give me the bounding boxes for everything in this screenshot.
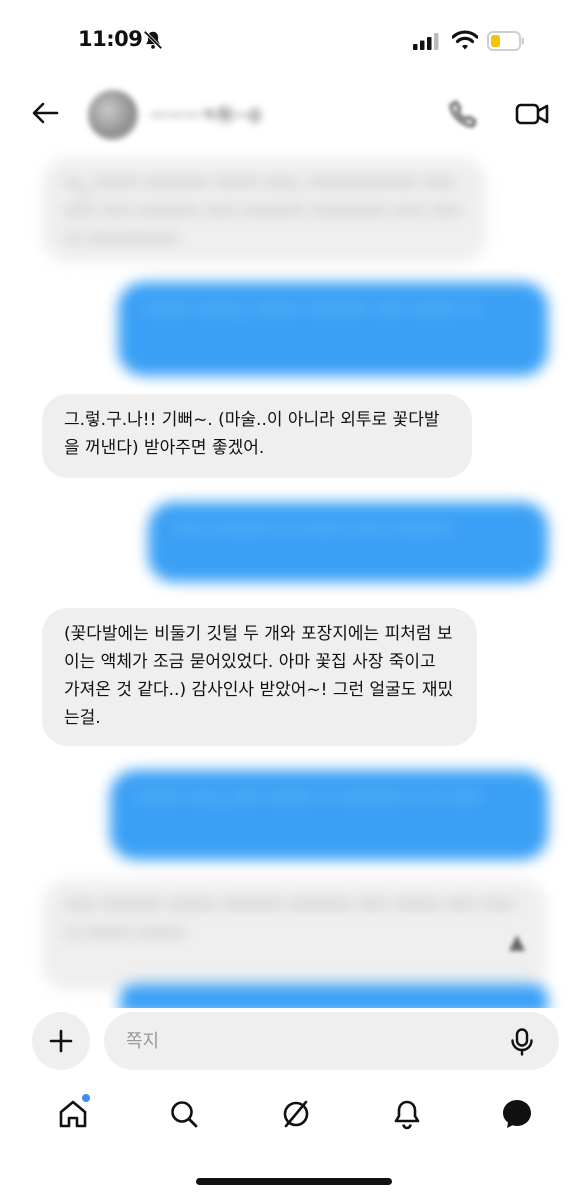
reaction-icon [509, 935, 525, 951]
signal-icon [413, 33, 439, 50]
microphone-icon[interactable] [510, 1028, 534, 1056]
message-input[interactable] [104, 1012, 559, 1070]
messages-icon [503, 1100, 531, 1128]
back-arrow-icon[interactable] [30, 98, 60, 128]
notification-dot [82, 1094, 90, 1102]
message-composer [0, 1008, 583, 1078]
nav-activity[interactable] [387, 1094, 427, 1134]
message-outgoing[interactable]: ㅡㅡㅡ ㅡㅡ, ㅡㅡ ㅡㅡㅡ ㅡ ㅡㅡㅡㅡ ㅡ ㅡ ㅡㅡ [110, 770, 548, 860]
battery-icon [487, 31, 524, 51]
message-incoming[interactable]: ㅡㅡ ㅡㅡㅡㅡ ㅡㅡㅡ ㅡㅡㅡㅡ ㅡㅡㅡㅡ ㅡㅡ ㅡㅡㅡ ㅡㅡ ㅡㅡㅡ ㅡㅡㅡ … [42, 880, 547, 990]
add-attachment-button[interactable] [32, 1012, 90, 1070]
message-text: 그.렇.구.나!! 기뻐~. (마술..이 아니라 외투로 꽃다발을 꺼낸다) … [64, 410, 440, 458]
home-indicator [196, 1178, 392, 1185]
message-text: ㅡㅡㅡ ㅡㅡ, ㅡㅡ ㅡㅡㅡ ㅡ ㅡㅡㅡㅡ ㅡ ㅡ ㅡㅡ [136, 788, 482, 808]
bottom-navigation [0, 1082, 583, 1152]
nav-explore[interactable] [276, 1094, 316, 1134]
status-time: 11:09 [78, 27, 143, 51]
plus-icon [49, 1029, 73, 1053]
message-outgoing[interactable]: ㅡㅡㅡ ㅡㅡㅡ. ㅡㅡㅡ ㅡㅡㅡㅡ ㅡㅡ ㅡㅡㅡ ㅡ [118, 282, 548, 376]
explore-icon [283, 1100, 309, 1128]
nav-messages[interactable] [497, 1094, 537, 1134]
video-call-icon[interactable] [515, 100, 549, 128]
message-incoming[interactable]: (꽃다발에는 비둘기 깃털 두 개와 포장지에는 피처럼 보이는 액체가 조금 … [42, 608, 477, 746]
home-icon [59, 1100, 87, 1128]
message-text: ㅡㅡ ㅡㅡㅡㅡ ㅡ ㅡㅡㅡ ㅡㅡ ㅡㅡㅡㅡ [174, 520, 452, 540]
nav-search[interactable] [164, 1094, 204, 1134]
message-text: ㅡㅡㅡ ㅡㅡㅡ. ㅡㅡㅡ ㅡㅡㅡㅡ ㅡㅡ ㅡㅡㅡ ㅡ [144, 300, 479, 320]
bell-off-icon [143, 30, 163, 50]
contact-name[interactable]: ㅡㅡㅡㅋ쥐ㅡ0 [150, 102, 261, 128]
chat-header: ㅡㅡㅡㅋ쥐ㅡ0 [0, 80, 583, 150]
status-bar: 11:09 [0, 0, 583, 80]
message-text: ㅡ_ ㅡㅡㅡ ㅡㅡㅡㅡ ㅡㅡㅡ ㅡㅡ. ㅡㅡㅡㅡㅡㅡㅡ ㅡㅡㅡㅡ ㅡㅡ ㅡㅡㅡㅡ… [64, 174, 462, 250]
message-text: ㅡㅡ ㅡㅡㅡㅡ ㅡㅡㅡ ㅡㅡㅡㅡ ㅡㅡㅡㅡ ㅡㅡ ㅡㅡㅡ ㅡㅡ ㅡㅡㅡ ㅡㅡㅡ … [64, 896, 514, 944]
wifi-icon [452, 30, 478, 50]
message-outgoing[interactable]: ㅡㅡ ㅡㅡㅡㅡ ㅡ ㅡㅡㅡ ㅡㅡ ㅡㅡㅡㅡ [148, 502, 548, 582]
contact-avatar[interactable] [88, 90, 138, 140]
bell-icon [394, 1100, 420, 1130]
phone-icon[interactable] [447, 98, 479, 130]
message-incoming[interactable]: ㅡ_ ㅡㅡㅡ ㅡㅡㅡㅡ ㅡㅡㅡ ㅡㅡ. ㅡㅡㅡㅡㅡㅡㅡ ㅡㅡㅡㅡ ㅡㅡ ㅡㅡㅡㅡ… [42, 158, 487, 262]
message-incoming[interactable]: 그.렇.구.나!! 기뻐~. (마술..이 아니라 외투로 꽃다발을 꺼낸다) … [42, 394, 472, 478]
message-text: (꽃다발에는 비둘기 깃털 두 개와 포장지에는 피처럼 보이는 액체가 조금 … [64, 624, 454, 728]
search-icon [171, 1101, 198, 1128]
